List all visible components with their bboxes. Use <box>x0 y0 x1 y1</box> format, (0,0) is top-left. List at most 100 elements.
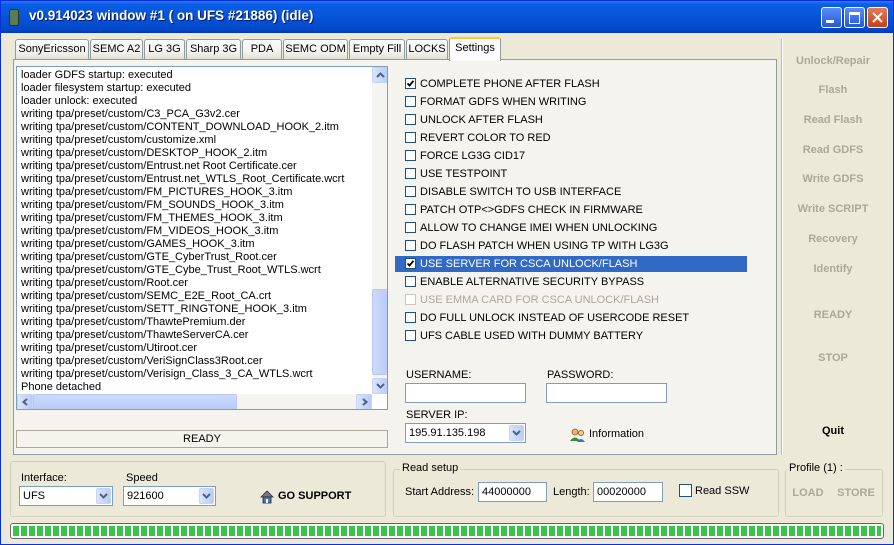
option-row[interactable]: UNLOCK AFTER FLASH <box>395 112 747 128</box>
option-row[interactable]: USE SERVER FOR CSCA UNLOCK/FLASH <box>395 256 747 272</box>
interface-select[interactable]: UFS <box>19 486 113 506</box>
option-label: COMPLETE PHONE AFTER FLASH <box>420 78 600 90</box>
interface-value: UFS <box>23 490 45 502</box>
interface-label: Interface: <box>21 472 67 484</box>
close-button[interactable] <box>867 7 888 28</box>
profile-title: Profile (1) : <box>787 462 845 474</box>
tab-settings[interactable]: Settings <box>449 37 501 61</box>
tab-lg-3g[interactable]: LG 3G <box>144 39 185 59</box>
tab-sonyericsson[interactable]: SonyEricsson <box>15 39 89 59</box>
option-row[interactable]: PATCH OTP<>GDFS CHECK IN FIRMWARE <box>395 202 747 218</box>
server-ip-dropdown-button[interactable] <box>509 425 524 441</box>
option-checkbox <box>405 294 416 305</box>
log-line: writing tpa/preset/custom/FM_VIDEOS_HOOK… <box>21 225 279 237</box>
log-vertical-scrollbar[interactable] <box>372 67 387 394</box>
load-profile-button[interactable]: LOAD <box>789 487 827 499</box>
log-line: writing tpa/preset/custom/FM_SOUNDS_HOOK… <box>21 199 284 211</box>
start-address-input[interactable] <box>478 482 547 502</box>
option-row[interactable]: DISABLE SWITCH TO USB INTERFACE <box>395 184 747 200</box>
log-line: writing tpa/preset/custom/GTE_CyberTrust… <box>21 251 277 263</box>
option-row[interactable]: DO FLASH PATCH WHEN USING TP WITH LG3G <box>395 238 747 254</box>
flash-button[interactable]: Flash <box>783 84 883 96</box>
option-row[interactable]: ENABLE ALTERNATIVE SECURITY BYPASS <box>395 274 747 290</box>
option-row[interactable]: USE EMMA CARD FOR CSCA UNLOCK/FLASH <box>395 292 747 308</box>
server-ip-select[interactable]: 195.91.135.198 <box>405 423 526 443</box>
phone-app-icon <box>9 9 19 26</box>
recovery-button[interactable]: Recovery <box>783 233 883 245</box>
option-checkbox[interactable] <box>405 78 416 89</box>
option-row[interactable]: FORMAT GDFS WHEN WRITING <box>395 94 747 110</box>
log-output[interactable]: loader GDFS startup: executed loader file… <box>16 66 388 410</box>
option-checkbox[interactable] <box>405 186 416 197</box>
log-line: writing tpa/preset/custom/ThawtePremium.… <box>21 316 246 328</box>
log-line: writing tpa/preset/custom/customize.xml <box>21 134 217 146</box>
option-label: USE EMMA CARD FOR CSCA UNLOCK/FLASH <box>420 294 659 306</box>
scroll-up-button[interactable] <box>372 67 387 83</box>
quit-button[interactable]: Quit <box>783 425 883 437</box>
support-house-icon <box>260 490 274 504</box>
option-checkbox[interactable] <box>405 312 416 323</box>
option-checkbox[interactable] <box>405 258 416 269</box>
log-line: Phone detached <box>21 381 102 393</box>
read-flash-button[interactable]: Read Flash <box>783 114 883 126</box>
write-script-button[interactable]: Write SCRIPT <box>783 203 883 215</box>
option-checkbox[interactable] <box>405 168 416 179</box>
speed-dropdown-button[interactable] <box>199 488 214 504</box>
speed-select[interactable]: 921600 <box>123 486 216 506</box>
option-label: ENABLE ALTERNATIVE SECURITY BYPASS <box>420 276 645 288</box>
tab-locks[interactable]: LOCKS <box>406 39 448 59</box>
option-row[interactable]: FORCE LG3G CID17 <box>395 148 747 164</box>
identify-button[interactable]: Identify <box>783 263 883 275</box>
option-checkbox[interactable] <box>405 276 416 287</box>
option-row[interactable]: REVERT COLOR TO RED <box>395 130 747 146</box>
stop-button[interactable]: STOP <box>783 352 883 364</box>
tab-sharp-3g[interactable]: Sharp 3G <box>186 39 241 59</box>
minimize-button[interactable] <box>821 7 842 28</box>
maximize-button[interactable] <box>844 7 865 28</box>
log-line: writing tpa/preset/custom/C3_PCA_G3v2.ce… <box>21 108 240 120</box>
option-row[interactable]: UFS CABLE USED WITH DUMMY BATTERY <box>395 328 747 344</box>
write-gdfs-button[interactable]: Write GDFS <box>783 173 883 185</box>
tab-pda[interactable]: PDA <box>242 39 282 59</box>
users-info-icon <box>570 428 585 442</box>
log-status-bar: READY <box>16 430 388 448</box>
option-checkbox[interactable] <box>405 204 416 215</box>
option-row[interactable]: DO FULL UNLOCK INSTEAD OF USERCODE RESET <box>395 310 747 326</box>
progress-bar <box>10 523 884 539</box>
read-ssw-checkbox[interactable] <box>679 484 692 497</box>
option-checkbox[interactable] <box>405 114 416 125</box>
option-checkbox[interactable] <box>405 240 416 251</box>
option-checkbox[interactable] <box>405 96 416 107</box>
scroll-right-button[interactable] <box>356 394 372 409</box>
option-row[interactable]: ALLOW TO CHANGE IMEI WHEN UNLOCKING <box>395 220 747 236</box>
tab-semc-a2[interactable]: SEMC A2 <box>90 39 143 59</box>
log-line: writing tpa/preset/custom/SEMC_E2E_Root_… <box>21 290 272 302</box>
log-horizontal-scroll-thumb[interactable] <box>33 394 237 409</box>
unlock-repair-button[interactable]: Unlock/Repair <box>783 55 883 67</box>
interface-dropdown-button[interactable] <box>96 488 111 504</box>
log-line: loader unlock: executed <box>21 95 138 107</box>
tab-empty-fill[interactable]: Empty Fill <box>349 39 405 59</box>
password-input[interactable] <box>546 383 667 403</box>
chevron-right-icon <box>362 398 369 406</box>
option-row[interactable]: USE TESTPOINT <box>395 166 747 182</box>
title-bar[interactable]: v0.914023 window #1 ( on UFS #21886) (id… <box>1 1 893 33</box>
option-checkbox[interactable] <box>405 132 416 143</box>
username-input[interactable] <box>405 383 526 403</box>
scroll-down-button[interactable] <box>372 378 387 394</box>
log-horizontal-scrollbar[interactable] <box>17 394 372 409</box>
log-line: writing tpa/preset/custom/Root.cer <box>21 277 188 289</box>
store-profile-button[interactable]: STORE <box>835 487 877 499</box>
length-label: Length: <box>553 486 590 498</box>
length-input[interactable] <box>593 482 663 502</box>
log-line: writing tpa/preset/custom/Verisign_Class… <box>21 368 313 380</box>
option-row[interactable]: COMPLETE PHONE AFTER FLASH <box>395 76 747 92</box>
read-gdfs-button[interactable]: Read GDFS <box>783 144 883 156</box>
option-checkbox[interactable] <box>405 150 416 161</box>
tab-semc-odm[interactable]: SEMC ODM <box>283 39 348 59</box>
option-checkbox[interactable] <box>405 330 416 341</box>
scroll-left-button[interactable] <box>17 394 33 409</box>
option-checkbox[interactable] <box>405 222 416 233</box>
checkmark-icon <box>406 260 415 267</box>
log-vertical-scroll-thumb[interactable] <box>372 289 387 375</box>
